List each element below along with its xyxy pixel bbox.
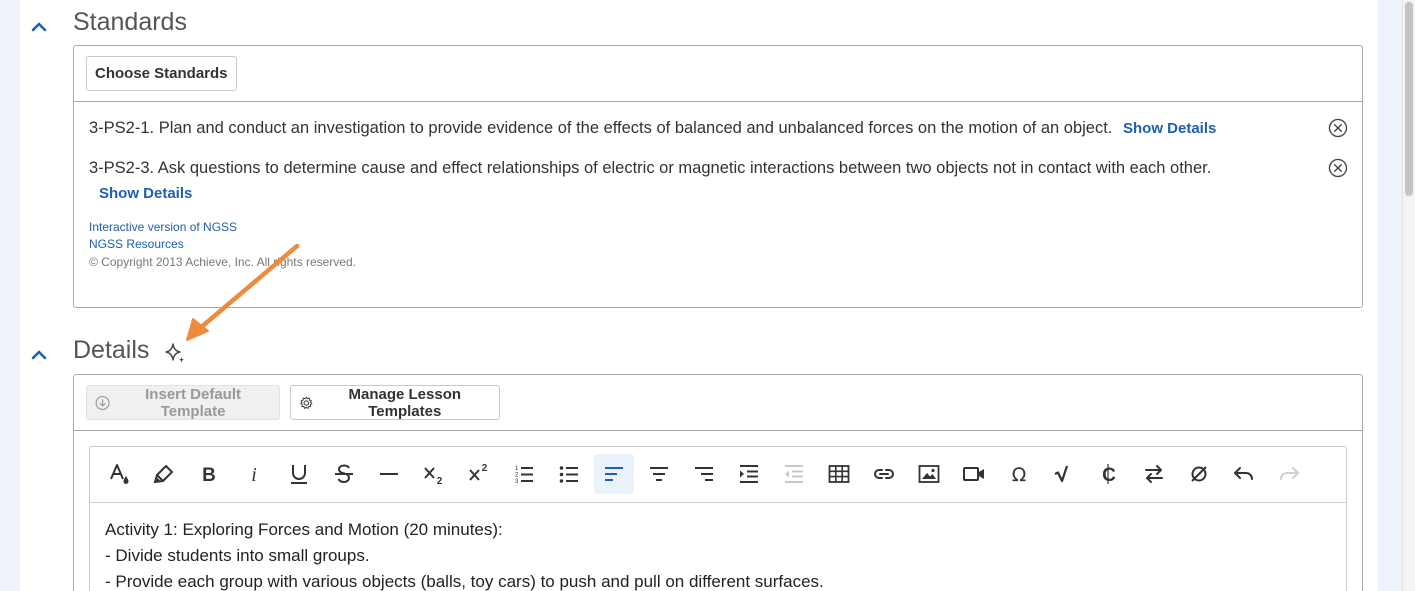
bulleted-list-icon[interactable]: [549, 454, 589, 494]
svg-text:2: 2: [437, 476, 443, 486]
svg-text:1: 1: [515, 466, 519, 472]
align-left-icon[interactable]: [594, 454, 634, 494]
insert-template-label: Insert Default Template: [145, 385, 241, 420]
redo-icon[interactable]: [1269, 454, 1309, 494]
choose-standards-button[interactable]: Choose Standards: [86, 56, 237, 91]
ngss-resources-link[interactable]: NGSS Resources: [89, 237, 184, 251]
svg-text:i: i: [251, 464, 257, 486]
editor-toolbar: B i 2 2 123 Ω C: [90, 447, 1346, 503]
copy-formatting-icon[interactable]: C: [1089, 454, 1129, 494]
clear-formatting-icon[interactable]: [1179, 454, 1219, 494]
horizontal-line-icon[interactable]: [369, 454, 409, 494]
svg-text:2: 2: [482, 463, 488, 474]
underline-icon[interactable]: [279, 454, 319, 494]
svg-text:B: B: [202, 465, 216, 486]
panel-divider: [74, 101, 1362, 102]
editor-content-line: - Divide students into small groups.: [105, 546, 370, 565]
rich-text-editor[interactable]: B i 2 2 123 Ω C Activity 1: Exploring Fo…: [89, 446, 1347, 591]
insert-default-template-button[interactable]: Insert Default Template: [86, 385, 280, 420]
panel-divider: [74, 430, 1362, 431]
image-icon[interactable]: [909, 454, 949, 494]
scrollbar-thumb[interactable]: [1405, 2, 1413, 196]
ai-sparkle-icon[interactable]: [163, 341, 187, 365]
standards-heading: Standards: [73, 8, 187, 36]
subscript-icon[interactable]: 2: [414, 454, 454, 494]
gear-icon: [300, 396, 313, 409]
video-icon[interactable]: [954, 454, 994, 494]
left-margin: [0, 0, 20, 591]
ngss-interactive-link[interactable]: Interactive version of NGSS: [89, 220, 237, 234]
text-color-icon[interactable]: [99, 454, 139, 494]
svg-text:C: C: [1102, 465, 1116, 486]
collapse-details-icon[interactable]: [30, 348, 48, 362]
undo-icon[interactable]: [1224, 454, 1264, 494]
details-panel: Insert Default Template Manage Lesson Te…: [73, 374, 1363, 591]
svg-text:3: 3: [515, 479, 519, 485]
standard-item: 3-PS2-3. Ask questions to determine caus…: [89, 159, 1211, 178]
link-icon[interactable]: [864, 454, 904, 494]
show-details-link[interactable]: Show Details: [99, 185, 192, 202]
swap-icon[interactable]: [1134, 454, 1174, 494]
right-margin: [1378, 0, 1402, 591]
standard-text: 3-PS2-3. Ask questions to determine caus…: [89, 159, 1212, 177]
details-heading: Details: [73, 336, 150, 364]
align-center-icon[interactable]: [639, 454, 679, 494]
equation-icon[interactable]: [1044, 454, 1084, 494]
align-right-icon[interactable]: [684, 454, 724, 494]
remove-standard-icon[interactable]: [1328, 158, 1348, 178]
special-character-icon[interactable]: Ω: [999, 454, 1039, 494]
outdent-icon[interactable]: [774, 454, 814, 494]
collapse-standards-icon[interactable]: [30, 20, 48, 34]
italic-icon[interactable]: i: [234, 454, 274, 494]
manage-lesson-templates-button[interactable]: Manage Lesson Templates: [290, 385, 500, 420]
editor-content-line: - Provide each group with various object…: [105, 572, 824, 591]
remove-standard-icon[interactable]: [1328, 118, 1348, 138]
superscript-icon[interactable]: 2: [459, 454, 499, 494]
svg-text:Ω: Ω: [1012, 464, 1027, 486]
show-details-link[interactable]: Show Details: [1123, 120, 1216, 137]
standard-text: 3-PS2-1. Plan and conduct an investigati…: [89, 119, 1113, 137]
svg-text:2: 2: [515, 473, 519, 479]
editor-content-line: Activity 1: Exploring Forces and Motion …: [105, 520, 503, 539]
bold-icon[interactable]: B: [189, 454, 229, 494]
strikethrough-icon[interactable]: [324, 454, 364, 494]
table-icon[interactable]: [819, 454, 859, 494]
indent-icon[interactable]: [729, 454, 769, 494]
highlight-icon[interactable]: [144, 454, 184, 494]
download-circle-icon: [95, 395, 110, 410]
standards-panel: Choose Standards 3-PS2-1. Plan and condu…: [73, 45, 1363, 308]
standard-item: 3-PS2-1. Plan and conduct an investigati…: [89, 119, 1216, 138]
copyright-text: © Copyright 2013 Achieve, Inc. All right…: [89, 255, 356, 269]
numbered-list-icon[interactable]: 123: [504, 454, 544, 494]
manage-templates-label: Manage Lesson Templates: [348, 385, 462, 420]
